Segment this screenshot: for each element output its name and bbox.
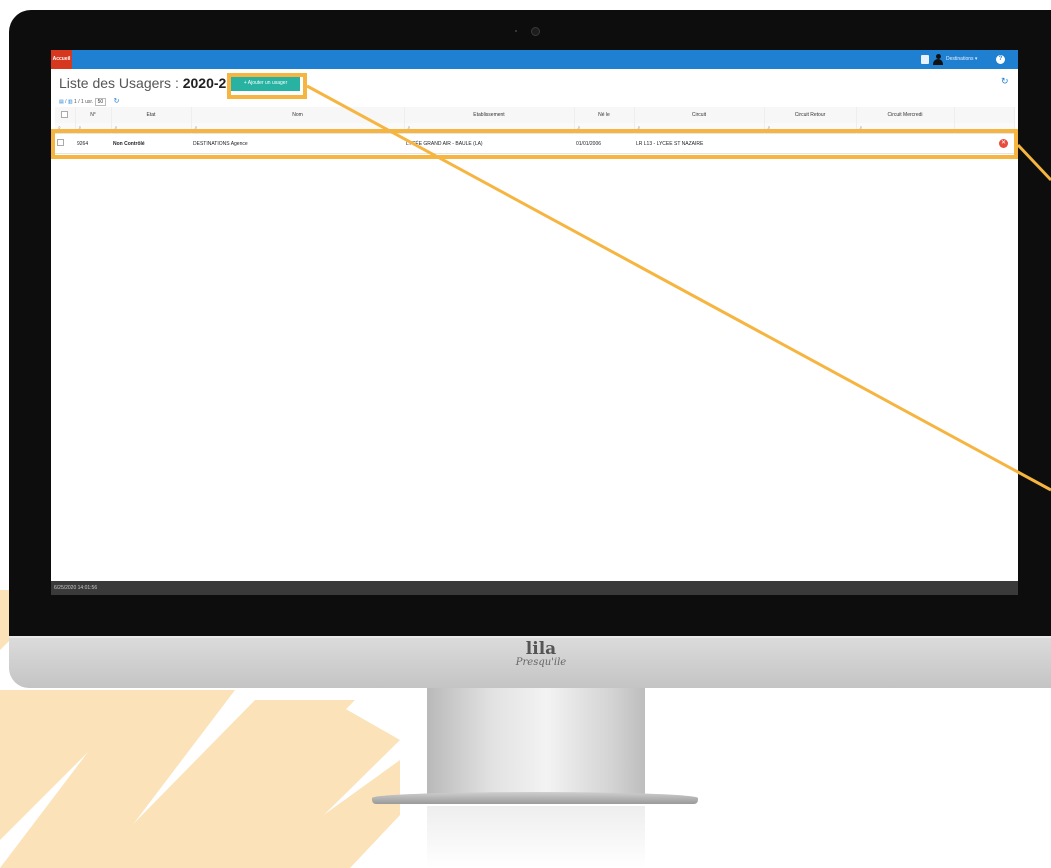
page-title-prefix: Liste des Usagers : — [59, 75, 183, 91]
table-header-row: N° Etat Nom Etablissement Né le Circuit … — [55, 107, 1015, 123]
select-all-checkbox[interactable] — [61, 110, 69, 118]
column-header-ne-le[interactable]: Né le — [574, 107, 635, 123]
column-header-numero[interactable]: N° — [75, 107, 112, 123]
pager-text: 1 / 1 usr. — [74, 99, 94, 105]
monitor-stand-foot — [372, 792, 698, 804]
sensor-dot — [515, 30, 517, 32]
camera-icon — [531, 27, 540, 36]
table-refresh-icon[interactable]: ↻ — [114, 98, 120, 105]
row-highlight — [51, 129, 1018, 159]
select-all-header[interactable] — [55, 107, 76, 123]
status-bar: 6/25/2020 14:01:56 — [51, 581, 1018, 595]
export-icon[interactable]: ▤ — [59, 99, 64, 105]
page-size-select[interactable]: 50 — [94, 98, 107, 106]
top-nav-bar: Accueil Destinations ▾ ? — [51, 50, 1018, 69]
document-icon[interactable] — [921, 55, 929, 64]
column-header-etat[interactable]: Etat — [111, 107, 192, 123]
home-button[interactable]: Accueil — [51, 50, 72, 69]
monitor-stand-neck — [427, 688, 645, 800]
column-header-circuit-mercredi[interactable]: Circuit Mercredi — [856, 107, 955, 123]
page-title: Liste des Usagers : 2020-2021 — [59, 75, 250, 91]
logo-main-text: lila — [525, 639, 557, 659]
column-header-circuit-retour[interactable]: Circuit Retour — [764, 107, 857, 123]
column-header-circuit[interactable]: Circuit — [634, 107, 765, 123]
column-header-nom[interactable]: Nom — [191, 107, 405, 123]
column-header-actions — [954, 107, 1015, 123]
column-header-etablissement[interactable]: Etablissement — [404, 107, 575, 123]
chin-edge — [9, 636, 1051, 638]
user-menu[interactable]: Destinations ▾ — [946, 56, 977, 62]
refresh-icon[interactable]: ↻ — [1001, 76, 1009, 87]
user-icon[interactable] — [933, 54, 943, 65]
add-button-highlight — [227, 73, 307, 99]
print-icon[interactable]: ▥ — [68, 99, 73, 105]
logo-sub-text: Presqu'ile — [515, 657, 567, 668]
stand-reflection — [427, 806, 645, 868]
brand-logo: lila Presqu'ile — [496, 639, 586, 669]
help-icon[interactable]: ? — [996, 55, 1005, 64]
table-toolbar: ▤ / ▥ 1 / 1 usr. 50 ↻ — [59, 98, 120, 106]
